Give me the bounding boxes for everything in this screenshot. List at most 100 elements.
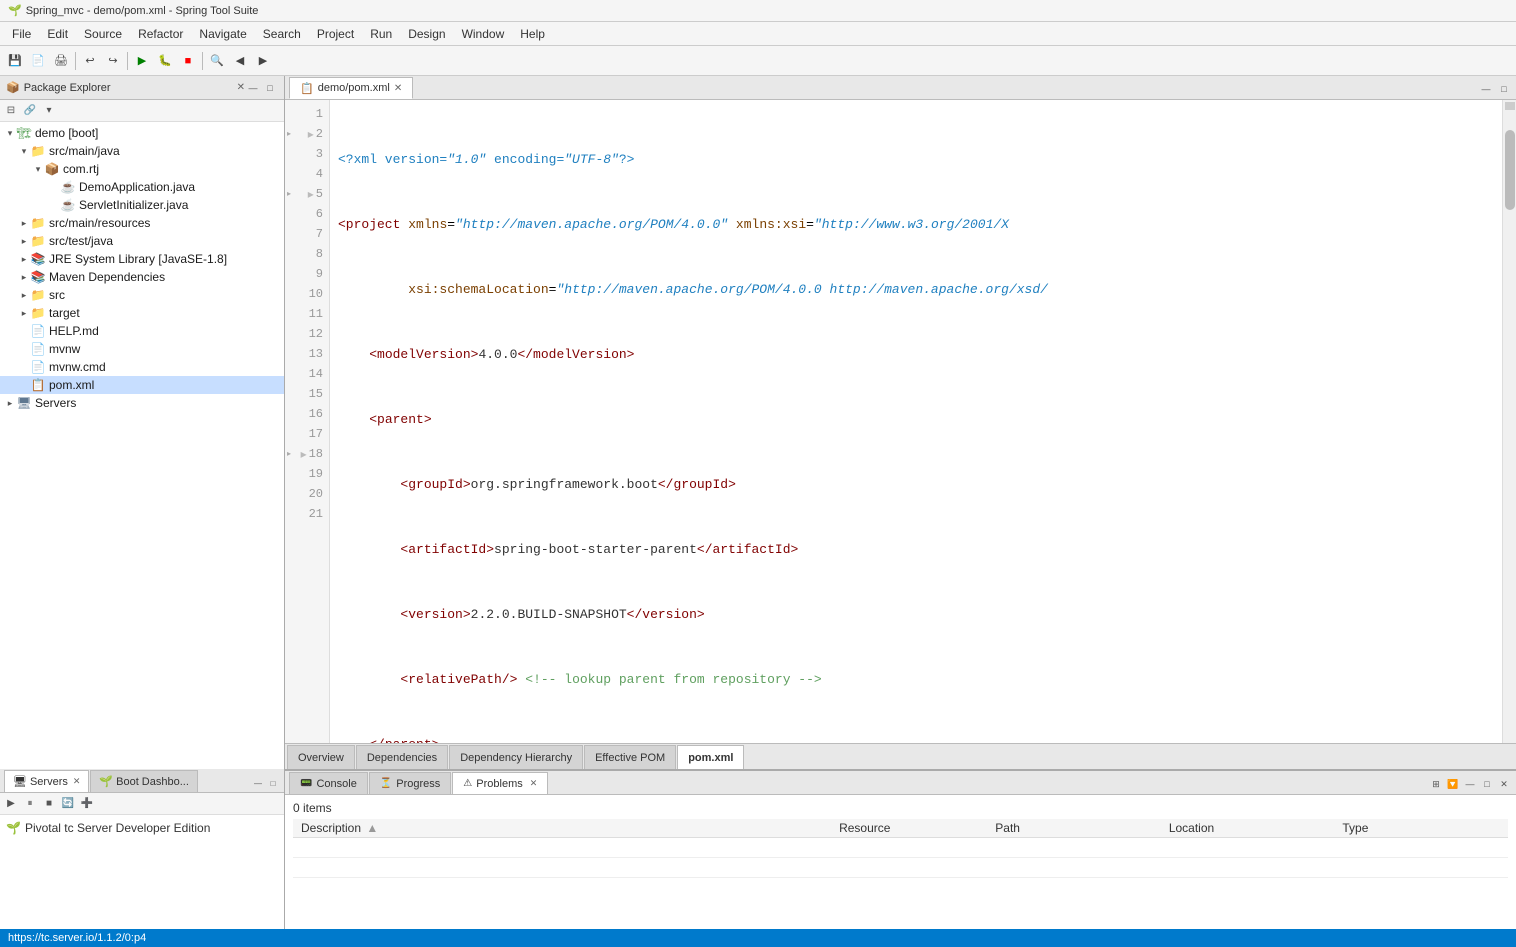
tree-item-help-md[interactable]: ▸ 📄 HELP.md — [0, 322, 284, 340]
tree-item-demo[interactable]: ▾ 🏗 demo [boot] — [0, 124, 284, 142]
tb-btn-save[interactable]: 💾 — [4, 50, 26, 72]
tree-item-src-main-java[interactable]: ▾ 📁 src/main/java — [0, 142, 284, 160]
servers-tb-btn-2[interactable]: ⏸ — [21, 795, 39, 813]
tree-item-mvnw[interactable]: ▸ 📄 mvnw — [0, 340, 284, 358]
servers-minimize-btn[interactable]: — — [251, 776, 265, 790]
tree-item-com-rtj[interactable]: ▾ 📦 com.rtj — [0, 160, 284, 178]
tree-item-servers[interactable]: ▸ 🖥 Servers — [0, 394, 284, 412]
menu-item-edit[interactable]: Edit — [39, 25, 76, 43]
tb-btn-debug[interactable]: 🐛 — [154, 50, 176, 72]
editor-tab-close-icon[interactable]: ✕ — [394, 83, 402, 94]
line-num-20: 20 — [285, 484, 329, 504]
tb-btn-print[interactable]: 🖨 — [50, 50, 72, 72]
editor-tab-pom[interactable]: 📋 demo/pom.xml ✕ — [289, 77, 413, 99]
tree-toggle-jre[interactable]: ▸ — [18, 253, 30, 265]
tb-btn-redo[interactable]: ↪ — [102, 50, 124, 72]
panel-maximize-btn[interactable]: □ — [262, 80, 278, 96]
tree-toggle-com-rtj[interactable]: ▾ — [32, 163, 44, 175]
tb-btn-undo[interactable]: ↩ — [79, 50, 101, 72]
tree-toggle-src-main[interactable]: ▾ — [18, 145, 30, 157]
tree-toggle-resources[interactable]: ▸ — [18, 217, 30, 229]
tree-item-target[interactable]: ▸ 📁 target — [0, 304, 284, 322]
tb-btn-nav-back[interactable]: ◀ — [229, 50, 251, 72]
servers-tab-close[interactable]: ✕ — [73, 776, 81, 787]
menu-item-refactor[interactable]: Refactor — [130, 25, 191, 43]
col-resource[interactable]: Resource — [831, 819, 987, 838]
tree-item-servlet-init[interactable]: ▸ ☕ ServletInitializer.java — [0, 196, 284, 214]
bp-tab-problems[interactable]: ⚠ Problems ✕ — [452, 772, 548, 794]
servers-panel: 🖥 Servers ✕ 🌱 Boot Dashbo... — □ ▶ ⏸ ■ 🔄 — [0, 769, 285, 929]
tree-toggle-demo[interactable]: ▾ — [4, 127, 16, 139]
collapse-all-btn[interactable]: ⊟ — [2, 102, 20, 120]
tree-item-pom-xml[interactable]: ▸ 📋 pom.xml — [0, 376, 284, 394]
bp-tab-progress[interactable]: ⏳ Progress — [369, 772, 451, 794]
servers-tb-btn-5[interactable]: ➕ — [78, 795, 96, 813]
boot-dash-label: Boot Dashbo... — [116, 776, 189, 788]
server-item-pivotal[interactable]: 🌱 Pivotal tc Server Developer Edition — [4, 819, 280, 837]
editor-vertical-scrollbar[interactable] — [1502, 100, 1516, 743]
menu-item-search[interactable]: Search — [255, 25, 309, 43]
tab-dependencies[interactable]: Dependencies — [356, 745, 448, 769]
code-editor[interactable]: 1 ▸ 2 3 4 ▸ 5 6 7 8 — [285, 100, 1516, 743]
code-lines-area[interactable]: <?xml version="1.0" encoding="UTF-8"?> <… — [330, 100, 1502, 743]
col-type[interactable]: Type — [1334, 819, 1508, 838]
tree-label-jre: JRE System Library [JavaSE-1.8] — [49, 252, 227, 266]
tree-item-src-main-resources[interactable]: ▸ 📁 src/main/resources — [0, 214, 284, 232]
panel-minimize-btn[interactable]: — — [245, 80, 261, 96]
menu-item-project[interactable]: Project — [309, 25, 362, 43]
tb-btn-run[interactable]: ▶ — [131, 50, 153, 72]
tree-item-src-folder[interactable]: ▸ 📁 src — [0, 286, 284, 304]
bp-tb-close-btn[interactable]: ✕ — [1496, 776, 1512, 792]
tree-toggle-servers[interactable]: ▸ — [4, 397, 16, 409]
tb-btn-stop[interactable]: ■ — [177, 50, 199, 72]
scrollbar-thumb[interactable] — [1505, 130, 1515, 210]
tree-toggle-maven[interactable]: ▸ — [18, 271, 30, 283]
servers-maximize-btn[interactable]: □ — [266, 776, 280, 790]
servers-tb-btn-1[interactable]: ▶ — [2, 795, 20, 813]
bp-tab-console[interactable]: 📟 Console — [289, 772, 368, 794]
bp-tb-filter-btn[interactable]: 🔽 — [1445, 776, 1461, 792]
tab-overview[interactable]: Overview — [287, 745, 355, 769]
package-explorer-tab-close[interactable]: ✕ — [237, 82, 245, 93]
link-with-editor-btn[interactable]: 🔗 — [21, 102, 39, 120]
menu-item-source[interactable]: Source — [76, 25, 130, 43]
tab-pom-xml[interactable]: pom.xml — [677, 745, 744, 769]
bp-tb-minimize-btn[interactable]: — — [1462, 776, 1478, 792]
menu-item-window[interactable]: Window — [454, 25, 513, 43]
tree-toggle-test[interactable]: ▸ — [18, 235, 30, 247]
tree-toggle-src-folder[interactable]: ▸ — [18, 289, 30, 301]
tree-item-demo-app[interactable]: ▸ ☕ DemoApplication.java — [0, 178, 284, 196]
menu-item-design[interactable]: Design — [400, 25, 453, 43]
tab-dep-hierarchy[interactable]: Dependency Hierarchy — [449, 745, 583, 769]
editor-maximize-btn[interactable]: □ — [1496, 81, 1512, 97]
servers-tab[interactable]: 🖥 Servers ✕ — [4, 770, 89, 792]
col-description[interactable]: Description ▲ — [293, 819, 831, 838]
tree-label-src-main-resources: src/main/resources — [49, 216, 150, 230]
tree-item-mvnw-cmd[interactable]: ▸ 📄 mvnw.cmd — [0, 358, 284, 376]
menu-item-file[interactable]: File — [4, 25, 39, 43]
tree-toggle-target[interactable]: ▸ — [18, 307, 30, 319]
tb-btn-nav-forward[interactable]: ▶ — [252, 50, 274, 72]
tree-item-src-test-java[interactable]: ▸ 📁 src/test/java — [0, 232, 284, 250]
col-path[interactable]: Path — [987, 819, 1161, 838]
menu-item-navigate[interactable]: Navigate — [191, 25, 254, 43]
servers-tb-btn-3[interactable]: ■ — [40, 795, 58, 813]
tb-btn-saveas[interactable]: 📄 — [27, 50, 49, 72]
tab-effective-pom[interactable]: Effective POM — [584, 745, 676, 769]
col-location[interactable]: Location — [1161, 819, 1335, 838]
problems-tab-close[interactable]: ✕ — [530, 778, 538, 789]
view-menu-btn[interactable]: ▾ — [40, 102, 58, 120]
line-num-5: ▸ 5 — [285, 184, 329, 204]
editor-minimize-btn[interactable]: — — [1478, 81, 1494, 97]
tree-item-maven-deps[interactable]: ▸ 📚 Maven Dependencies — [0, 268, 284, 286]
menu-item-run[interactable]: Run — [362, 25, 400, 43]
bp-tb-group-btn[interactable]: ⊞ — [1428, 776, 1444, 792]
tb-btn-search[interactable]: 🔍 — [206, 50, 228, 72]
servers-tb-btn-4[interactable]: 🔄 — [59, 795, 77, 813]
bp-tb-maximize-btn[interactable]: □ — [1479, 776, 1495, 792]
scroll-up-arrow[interactable] — [1505, 102, 1515, 110]
tree-item-jre[interactable]: ▸ 📚 JRE System Library [JavaSE-1.8] — [0, 250, 284, 268]
menu-item-help[interactable]: Help — [512, 25, 553, 43]
content-area: 📦 Package Explorer ✕ — □ ⊟ 🔗 ▾ ▾ 🏗 demo … — [0, 76, 1516, 769]
boot-dashboard-tab[interactable]: 🌱 Boot Dashbo... — [90, 770, 197, 792]
